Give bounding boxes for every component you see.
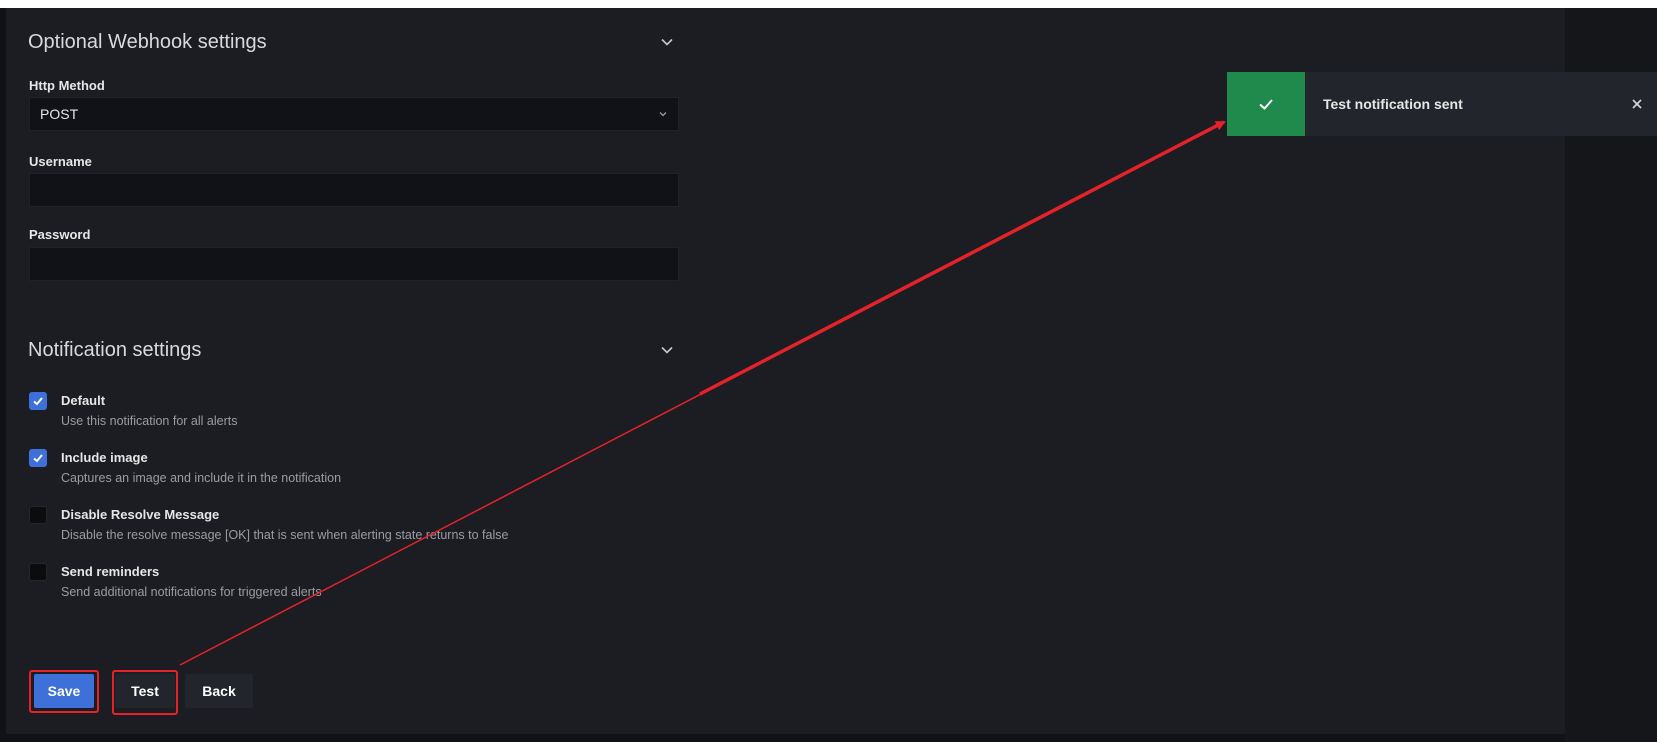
notification-section-title: Notification settings — [28, 338, 202, 361]
chevron-down-icon[interactable] — [656, 31, 678, 53]
toast-notification: Test notification sent — [1227, 72, 1657, 136]
include-image-description: Captures an image and include it in the … — [61, 471, 342, 485]
option-send-reminders: Send reminders Send additional notificat… — [29, 562, 729, 608]
back-button[interactable]: Back — [185, 674, 253, 708]
include-image-label: Include image — [61, 450, 148, 465]
webhook-section-title: Optional Webhook settings — [28, 30, 267, 53]
top-strip — [0, 0, 1657, 8]
chevron-down-icon — [658, 106, 668, 122]
chevron-down-icon[interactable] — [656, 339, 678, 361]
webhook-section-header[interactable]: Optional Webhook settings — [28, 24, 678, 60]
page: Optional Webhook settings Http Method PO… — [0, 0, 1657, 742]
username-label: Username — [29, 154, 92, 169]
option-include-image: Include image Captures an image and incl… — [29, 448, 729, 494]
default-label: Default — [61, 393, 106, 408]
send-reminders-label: Send reminders — [61, 564, 160, 579]
close-icon[interactable] — [1617, 72, 1657, 136]
test-highlight-box — [112, 670, 178, 715]
disable-resolve-checkbox[interactable] — [29, 506, 47, 524]
check-icon — [33, 454, 43, 463]
send-reminders-description: Send additional notifications for trigge… — [61, 585, 322, 599]
http-method-label: Http Method — [29, 78, 105, 93]
toast-message: Test notification sent — [1323, 96, 1463, 112]
default-checkbox[interactable] — [29, 392, 47, 410]
password-label: Password — [29, 227, 91, 242]
notification-section-header[interactable]: Notification settings — [28, 332, 678, 368]
disable-resolve-description: Disable the resolve message [OK] that is… — [61, 528, 509, 542]
save-highlight-box — [29, 670, 99, 713]
toast-status — [1227, 72, 1305, 136]
send-reminders-checkbox[interactable] — [29, 563, 47, 581]
include-image-checkbox[interactable] — [29, 449, 47, 467]
http-method-value: POST — [40, 106, 79, 122]
option-disable-resolve: Disable Resolve Message Disable the reso… — [29, 505, 729, 551]
http-method-select[interactable]: POST — [29, 97, 679, 131]
disable-resolve-label: Disable Resolve Message — [61, 507, 220, 522]
check-icon — [33, 397, 43, 406]
password-input[interactable] — [29, 247, 679, 281]
check-icon — [1259, 99, 1273, 110]
option-default: Default Use this notification for all al… — [29, 391, 729, 437]
default-description: Use this notification for all alerts — [61, 414, 238, 428]
username-input[interactable] — [29, 173, 679, 207]
